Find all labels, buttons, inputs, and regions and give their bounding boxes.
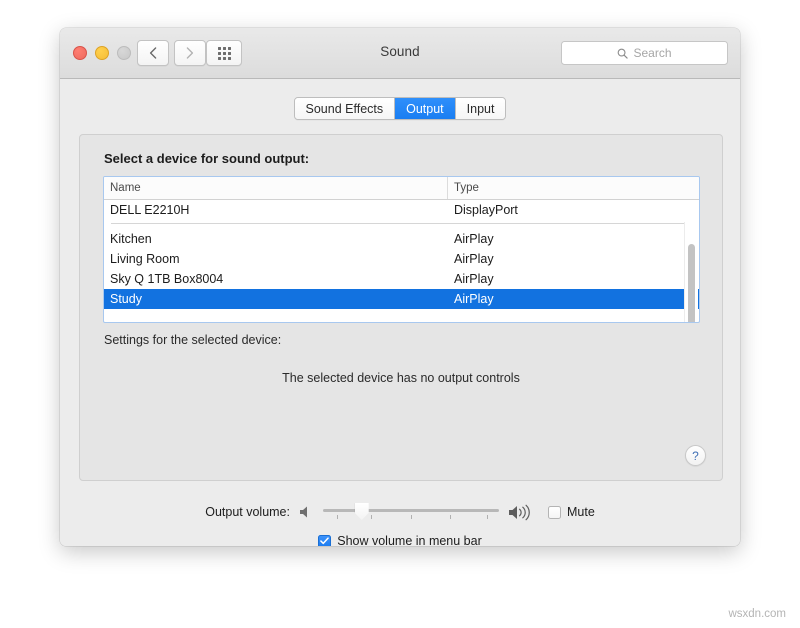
show-volume-label: Show volume in menu bar — [337, 534, 482, 546]
tab-input[interactable]: Input — [456, 98, 506, 119]
section-label: Select a device for sound output: — [104, 151, 309, 166]
cell-device-name: DELL E2210H — [104, 203, 448, 217]
scrollbar-thumb[interactable] — [688, 244, 695, 323]
table-scrollbar[interactable] — [684, 222, 698, 323]
tab-bar-wrapper: Sound Effects Output Input — [60, 97, 740, 120]
checkmark-icon — [320, 537, 329, 545]
mute-control[interactable]: Mute — [548, 505, 595, 519]
settings-label: Settings for the selected device: — [104, 333, 281, 347]
cell-device-name: Study — [104, 292, 448, 306]
cell-device-type: AirPlay — [448, 272, 699, 286]
cell-device-type: AirPlay — [448, 292, 699, 306]
table-body: DELL E2210H DisplayPort Kitchen AirPlay … — [104, 200, 699, 323]
search-icon — [617, 48, 628, 59]
tab-sound-effects[interactable]: Sound Effects — [295, 98, 396, 119]
table-row[interactable]: DELL E2210H DisplayPort — [104, 200, 699, 220]
table-row[interactable]: Living Room AirPlay — [104, 249, 699, 269]
column-header-type[interactable]: Type — [448, 177, 699, 199]
output-settings-panel: Select a device for sound output: Name T… — [79, 134, 723, 481]
mute-checkbox[interactable] — [548, 506, 561, 519]
help-button[interactable]: ? — [685, 445, 706, 466]
speaker-high-icon — [508, 504, 535, 521]
table-row[interactable]: Kitchen AirPlay — [104, 229, 699, 249]
table-row-selected[interactable]: Study AirPlay — [104, 289, 699, 309]
table-header-row: Name Type — [104, 177, 699, 200]
cell-device-name: Kitchen — [104, 232, 448, 246]
volume-slider[interactable] — [323, 503, 499, 521]
output-volume-row: Output volume: Mute — [60, 503, 740, 521]
cell-device-type: AirPlay — [448, 232, 699, 246]
column-header-name[interactable]: Name — [104, 177, 448, 199]
show-volume-checkbox[interactable] — [318, 535, 331, 547]
search-placeholder: Search — [633, 46, 671, 60]
no-output-controls-message: The selected device has no output contro… — [80, 371, 722, 385]
show-volume-row[interactable]: Show volume in menu bar — [60, 534, 740, 546]
mute-label: Mute — [567, 505, 595, 519]
tab-bar: Sound Effects Output Input — [294, 97, 507, 120]
sound-preferences-window: Sound Search Sound Effects Output Input … — [60, 28, 740, 546]
cell-device-name: Sky Q 1TB Box8004 — [104, 272, 448, 286]
row-separator — [111, 223, 692, 224]
window-content: Sound Effects Output Input Select a devi… — [60, 79, 740, 546]
speaker-low-icon — [299, 505, 314, 519]
table-row[interactable]: Sky Q 1TB Box8004 AirPlay — [104, 269, 699, 289]
cell-device-name: Living Room — [104, 252, 448, 266]
search-input[interactable]: Search — [561, 41, 728, 65]
slider-ticks — [323, 515, 499, 521]
window-titlebar: Sound Search — [60, 28, 740, 79]
device-table[interactable]: Name Type DELL E2210H DisplayPort Kitche… — [103, 176, 700, 323]
output-volume-label: Output volume: — [205, 505, 290, 519]
watermark: wsxdn.com — [728, 608, 786, 620]
slider-track — [323, 509, 499, 512]
cell-device-type: DisplayPort — [448, 203, 699, 217]
tab-output[interactable]: Output — [395, 98, 456, 119]
cell-device-type: AirPlay — [448, 252, 699, 266]
